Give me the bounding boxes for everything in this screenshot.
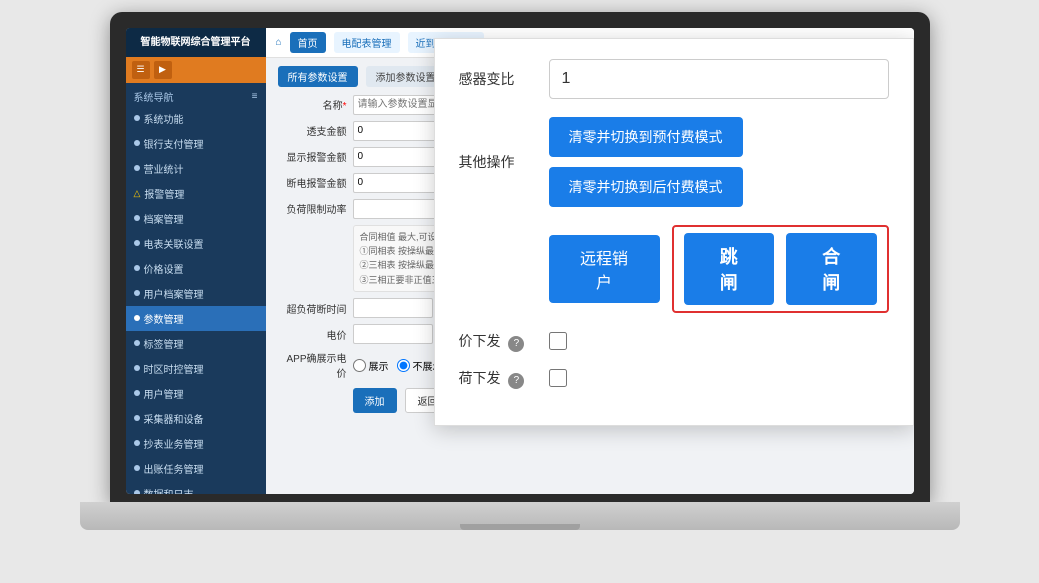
sidebar-item-meter-link[interactable]: 电表关联设置 — [126, 231, 266, 256]
radio-show[interactable]: 展示 — [353, 358, 389, 373]
sidebar-item-billing-task[interactable]: 出账任务管理 — [126, 456, 266, 481]
popup-row-load-down: 荷下发 ? — [459, 368, 889, 389]
input-price[interactable]: 1.00 — [353, 324, 433, 344]
sidebar-top-icons: ☰ ▶ — [126, 57, 266, 83]
popup-row-sensor: 感器变比 — [459, 59, 889, 99]
popup-label-price-down: 价下发 ? — [459, 331, 549, 352]
load-down-help-icon[interactable]: ? — [508, 373, 524, 389]
sidebar-item-collector[interactable]: 采集器和设备 — [126, 406, 266, 431]
sidebar-item-label-mgr[interactable]: 标签管理 — [126, 331, 266, 356]
sidebar-item-user-mgr[interactable]: 用户管理 — [126, 381, 266, 406]
label-overtime: 超负荷断时间 — [278, 301, 353, 316]
label-price: 电价 — [278, 327, 353, 342]
radio-show-input[interactable] — [353, 359, 366, 372]
play-icon[interactable]: ▶ — [154, 61, 172, 79]
label-app-price: APP确展示电价 — [278, 350, 353, 380]
btn-postpaid[interactable]: 清零并切换到后付费模式 — [549, 167, 743, 207]
sidebar: 智能物联网综合管理平台 ☰ ▶ 系统导航 ≡ 系统功能 银行支付管理 — [126, 28, 266, 494]
radio-hide-input[interactable] — [397, 359, 410, 372]
label-load-limit: 负荷限制动率 — [278, 201, 353, 216]
price-down-checkbox[interactable] — [549, 332, 567, 350]
label-overdraft: 透支金额 — [278, 123, 353, 138]
breadcrumb-tab-meter[interactable]: 电配表管理 — [334, 32, 400, 53]
home-icon[interactable]: ⌂ — [276, 37, 282, 48]
sidebar-item-system-func[interactable]: 系统功能 — [126, 106, 266, 131]
btn-jump[interactable]: 跳闸 — [684, 233, 774, 305]
sidebar-item-sales-stats[interactable]: 营业统计 — [126, 156, 266, 181]
sidebar-item-alarm[interactable]: △ 报警管理 — [126, 181, 266, 206]
overlay-popup: 感器变比 其他操作 清零并切换到预付费模式 清零并切换到后付费模式 远程销户 — [434, 38, 914, 426]
submit-button[interactable]: 添加 — [353, 388, 397, 413]
laptop-base — [80, 502, 960, 530]
sidebar-header: 智能物联网综合管理平台 — [126, 28, 266, 57]
nav-section: 系统导航 ≡ — [126, 83, 266, 106]
price-down-help-icon[interactable]: ? — [508, 336, 524, 352]
popup-row-price-down: 价下发 ? — [459, 331, 889, 352]
btn-close-circuit[interactable]: 合闸 — [786, 233, 876, 305]
menu-icon[interactable]: ☰ — [132, 61, 150, 79]
radio-show-label: 展示 — [369, 358, 389, 373]
other-ops-btns: 清零并切换到预付费模式 清零并切换到后付费模式 — [549, 117, 889, 207]
highlighted-group: 跳闸 合闸 — [672, 225, 889, 313]
btn-prepaid[interactable]: 清零并切换到预付费模式 — [549, 117, 743, 157]
sidebar-item-bank-pay[interactable]: 银行支付管理 — [126, 131, 266, 156]
popup-input-sensor[interactable] — [549, 59, 889, 99]
btn-remote-customer[interactable]: 远程销户 — [549, 235, 660, 303]
radio-group-app-price: 展示 不展示 — [353, 358, 443, 373]
tab-all-params[interactable]: 所有参数设置 — [278, 66, 358, 87]
popup-label-load-down: 荷下发 ? — [459, 368, 549, 389]
popup-remote-row: 远程销户 跳闸 合闸 — [549, 225, 889, 313]
label-alarm-amount: 显示报警金额 — [278, 149, 353, 164]
label-power-cut: 断电报警金额 — [278, 175, 353, 190]
sidebar-item-meter-reading[interactable]: 抄表业务管理 — [126, 431, 266, 456]
sidebar-item-param-mgr[interactable]: 参数管理 — [126, 306, 266, 331]
load-down-checkbox[interactable] — [549, 369, 567, 387]
sidebar-item-time-zone[interactable]: 时区时控管理 — [126, 356, 266, 381]
sidebar-item-price[interactable]: 价格设置 — [126, 256, 266, 281]
nav-expand-icon[interactable]: ≡ — [252, 91, 258, 102]
popup-row-remote: 远程销户 跳闸 合闸 — [459, 225, 889, 313]
sidebar-item-user-archive[interactable]: 用户档案管理 — [126, 281, 266, 306]
breadcrumb-tab-home[interactable]: 首页 — [290, 32, 326, 53]
input-overtime[interactable] — [353, 298, 433, 318]
label-name: 名称* — [278, 97, 353, 112]
sidebar-item-data-log[interactable]: 数据和日志 — [126, 481, 266, 494]
popup-label-sensor: 感器变比 — [459, 69, 549, 89]
popup-label-other-ops: 其他操作 — [459, 152, 549, 172]
sidebar-item-files[interactable]: 档案管理 — [126, 206, 266, 231]
popup-row-other-ops: 其他操作 清零并切换到预付费模式 清零并切换到后付费模式 — [459, 117, 889, 207]
